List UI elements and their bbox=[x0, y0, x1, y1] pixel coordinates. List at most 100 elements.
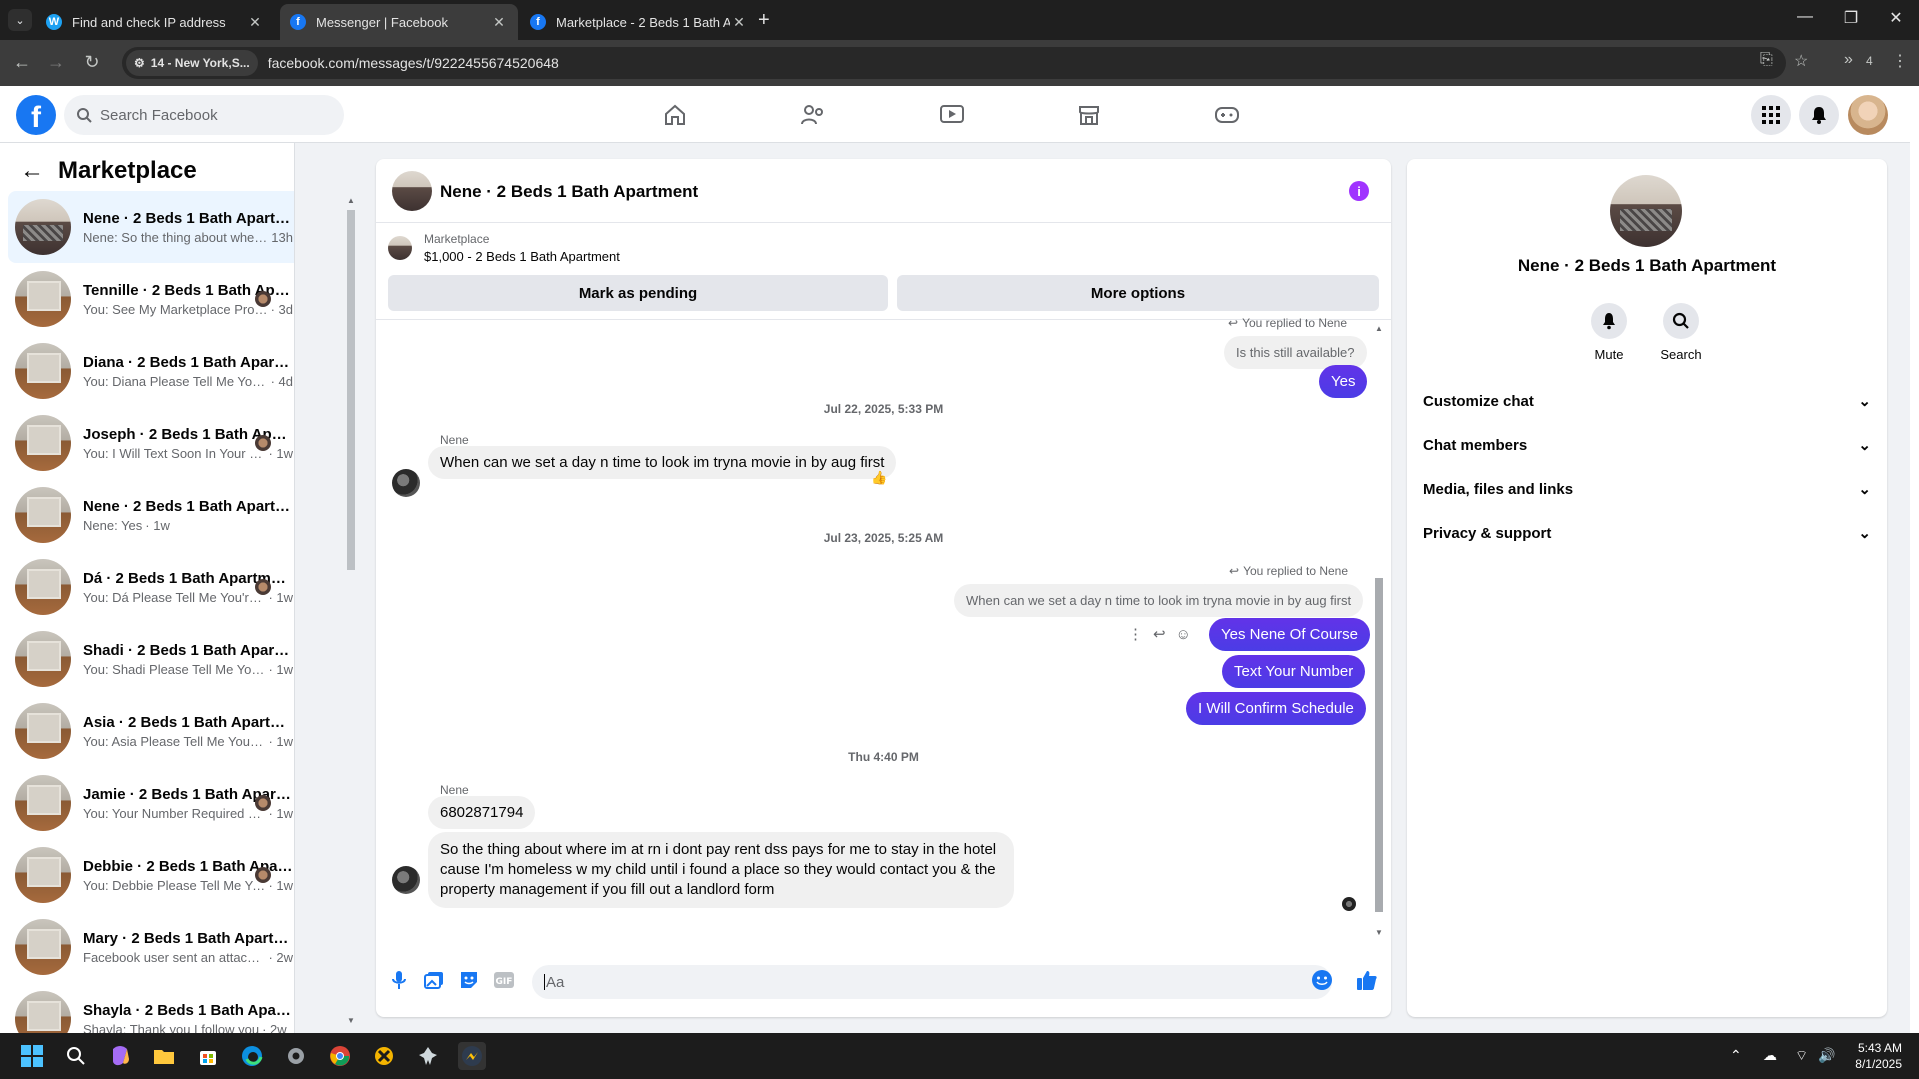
profile-avatar[interactable] bbox=[1848, 95, 1888, 135]
microphone-icon[interactable] bbox=[388, 969, 410, 991]
conversation-item[interactable]: Diana · 2 Beds 1 Bath Apartment You: Dian… bbox=[8, 335, 294, 407]
edge-icon[interactable] bbox=[238, 1042, 266, 1070]
facebook-logo[interactable]: f bbox=[16, 95, 56, 135]
message-input[interactable]: Aa bbox=[532, 965, 1332, 999]
extensions-icon[interactable]: » bbox=[1844, 51, 1853, 69]
conversation-item[interactable]: Jamie · 2 Beds 1 Bath Apartm... You: Your… bbox=[8, 767, 294, 839]
app-icon[interactable] bbox=[414, 1042, 442, 1070]
search-in-chat-button[interactable]: Search bbox=[1651, 303, 1711, 362]
privacy-support-section[interactable]: Privacy & support ⌄ bbox=[1423, 513, 1871, 553]
conversation-item[interactable]: Shadi · 2 Beds 1 Bath Apartment You: Shad… bbox=[8, 623, 294, 695]
incoming-message[interactable]: 6802871794 bbox=[428, 796, 536, 829]
gaming-icon[interactable] bbox=[1213, 101, 1241, 129]
reply-icon[interactable]: ↩ bbox=[1153, 625, 1166, 643]
windows-start-icon[interactable] bbox=[18, 1042, 46, 1070]
conversation-item[interactable]: Dá · 2 Beds 1 Bath Apartment You: Dá Plea… bbox=[8, 551, 294, 623]
home-icon[interactable] bbox=[661, 101, 689, 129]
page-scrollbar[interactable] bbox=[1910, 86, 1919, 1033]
conversation-item[interactable]: Debbie · 2 Beds 1 Bath Apart... You: Debb… bbox=[8, 839, 294, 911]
sender-avatar[interactable] bbox=[392, 469, 420, 497]
back-arrow-icon[interactable]: ← bbox=[20, 157, 44, 185]
scroll-down-arrow[interactable]: ▼ bbox=[1375, 928, 1383, 937]
close-icon[interactable]: ✕ bbox=[246, 14, 264, 31]
app-icon[interactable] bbox=[370, 1042, 398, 1070]
back-icon[interactable]: ← bbox=[10, 52, 34, 73]
conversation-item[interactable]: Nene · 2 Beds 1 Bath Apartment Nene: So t… bbox=[8, 191, 294, 263]
system-clock[interactable]: 5:43 AM 8/1/2025 bbox=[1838, 1040, 1902, 1072]
site-info-chip[interactable]: ⚙ 14 - New York,S... bbox=[126, 50, 258, 76]
outgoing-message[interactable]: Text Your Number bbox=[1222, 655, 1366, 688]
conversation-item[interactable]: Asia · 2 Beds 1 Bath Apartment You: Asia … bbox=[8, 695, 294, 767]
conversation-item[interactable]: Nene · 2 Beds 1 Bath Apartment Nene: Yes ·… bbox=[8, 479, 294, 551]
forward-icon[interactable]: → bbox=[44, 52, 68, 73]
minimize-button[interactable]: — bbox=[1782, 8, 1828, 26]
new-tab-button[interactable]: + bbox=[758, 10, 770, 30]
react-icon[interactable]: ☺ bbox=[1176, 626, 1191, 643]
marketplace-icon[interactable] bbox=[1075, 101, 1103, 129]
gif-icon[interactable]: GIF bbox=[493, 969, 515, 991]
friends-icon[interactable] bbox=[799, 101, 827, 129]
details-avatar[interactable] bbox=[1610, 175, 1682, 247]
sticker-icon[interactable] bbox=[458, 969, 480, 991]
settings-gear-icon[interactable] bbox=[282, 1042, 310, 1070]
notifications-bell-icon[interactable] bbox=[1799, 95, 1839, 135]
menu-grid-icon[interactable] bbox=[1751, 95, 1791, 135]
mute-button[interactable]: Mute bbox=[1579, 303, 1639, 362]
video-icon[interactable] bbox=[938, 101, 966, 129]
emoji-icon[interactable] bbox=[1311, 969, 1333, 991]
outgoing-message[interactable]: Yes bbox=[1319, 365, 1368, 398]
tab-search-button[interactable]: ⌄ bbox=[8, 9, 32, 31]
browser-tab-active[interactable]: f Messenger | Facebook ✕ bbox=[280, 4, 518, 40]
scroll-up-arrow[interactable]: ▲ bbox=[1375, 324, 1383, 333]
like-thumb-icon[interactable] bbox=[1356, 969, 1378, 991]
media-files-links-section[interactable]: Media, files and links ⌄ bbox=[1423, 469, 1871, 509]
browser-tab[interactable]: W Find and check IP address ✕ bbox=[36, 4, 274, 40]
info-icon[interactable]: i bbox=[1349, 181, 1369, 201]
quoted-message[interactable]: When can we set a day n time to look im … bbox=[954, 584, 1364, 617]
photo-icon[interactable] bbox=[423, 969, 445, 991]
more-options-button[interactable]: More options bbox=[897, 275, 1379, 311]
search-icon[interactable] bbox=[62, 1042, 90, 1070]
address-bar[interactable]: ⚙ 14 - New York,S... facebook.com/messag… bbox=[122, 47, 1786, 79]
chat-scrollbar-thumb[interactable] bbox=[1375, 578, 1383, 912]
more-icon[interactable]: ⋮ bbox=[1128, 625, 1143, 643]
sidebar-scrollbar-thumb[interactable] bbox=[347, 210, 355, 570]
file-explorer-icon[interactable] bbox=[150, 1042, 178, 1070]
conversation-item[interactable]: Shayla · 2 Beds 1 Bath Apartment Shayla: … bbox=[8, 983, 294, 1033]
thumbs-up-reaction[interactable]: 👍 bbox=[871, 470, 887, 486]
copilot-icon[interactable] bbox=[106, 1042, 134, 1070]
conversation-item[interactable]: Tennille · 2 Beds 1 Bath Apart... You: Se… bbox=[8, 263, 294, 335]
url-text[interactable]: facebook.com/messages/t/9222455674520648 bbox=[268, 55, 559, 71]
close-icon[interactable]: ✕ bbox=[730, 14, 748, 31]
chrome-icon[interactable] bbox=[326, 1042, 354, 1070]
incoming-message[interactable]: When can we set a day n time to look im … bbox=[428, 446, 897, 479]
outgoing-message[interactable]: I Will Confirm Schedule bbox=[1186, 692, 1366, 725]
star-icon[interactable]: ☆ bbox=[1794, 51, 1808, 71]
close-icon[interactable]: ✕ bbox=[490, 14, 508, 31]
cloud-icon[interactable]: ☁ bbox=[1763, 1047, 1777, 1064]
conversation-item[interactable]: Mary · 2 Beds 1 Bath Apartment Facebook u… bbox=[8, 911, 294, 983]
conversation-item[interactable]: Joseph · 2 Beds 1 Bath Apart... You: I Wi… bbox=[8, 407, 294, 479]
details-name[interactable]: Nene · 2 Beds 1 Bath Apartment bbox=[1407, 256, 1887, 276]
scroll-down-arrow[interactable]: ▼ bbox=[347, 1016, 355, 1025]
chat-members-section[interactable]: Chat members ⌄ bbox=[1423, 425, 1871, 465]
wifi-icon[interactable]: ⌔ bbox=[1795, 1047, 1808, 1065]
search-input[interactable]: Search Facebook bbox=[64, 95, 344, 135]
sender-avatar[interactable] bbox=[392, 866, 420, 894]
install-icon[interactable]: ⎘ bbox=[1760, 51, 1773, 69]
restore-button[interactable]: ❐ bbox=[1828, 8, 1874, 28]
incoming-message[interactable]: So the thing about where im at rn i dont… bbox=[428, 832, 1014, 908]
chat-avatar[interactable] bbox=[392, 171, 432, 211]
listing-info[interactable]: Marketplace $1,000 - 2 Beds 1 Bath Apart… bbox=[388, 232, 620, 264]
customize-chat-section[interactable]: Customize chat ⌄ bbox=[1423, 381, 1871, 421]
volume-icon[interactable]: 🔊 bbox=[1818, 1047, 1835, 1064]
outgoing-message[interactable]: Yes Nene Of Course bbox=[1209, 618, 1371, 651]
sidebar-scrollbar-track[interactable]: ▲ ▼ bbox=[346, 196, 356, 1026]
menu-icon[interactable]: ⋮ bbox=[1892, 51, 1908, 71]
show-hidden-icons[interactable]: ⌃ bbox=[1730, 1047, 1742, 1064]
reload-icon[interactable]: ↻ bbox=[80, 52, 104, 73]
store-icon[interactable] bbox=[194, 1042, 222, 1070]
scroll-up-arrow[interactable]: ▲ bbox=[347, 196, 355, 205]
browser-tab[interactable]: f Marketplace - 2 Beds 1 Bath Ap ✕ bbox=[520, 4, 758, 40]
messenger-app-icon[interactable] bbox=[458, 1042, 486, 1070]
